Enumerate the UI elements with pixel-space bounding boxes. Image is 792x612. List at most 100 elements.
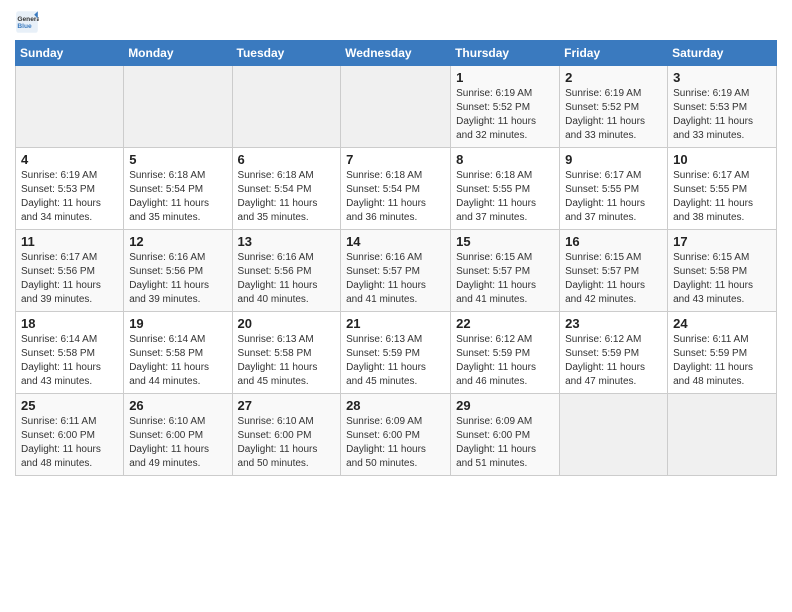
day-info: Sunrise: 6:16 AMSunset: 5:57 PMDaylight:… — [346, 251, 445, 307]
day-number: 26 — [129, 398, 226, 413]
day-info: Sunrise: 6:11 AMSunset: 6:00 PMDaylight:… — [21, 415, 118, 471]
day-number: 27 — [238, 398, 336, 413]
calendar-week-2: 11 Sunrise: 6:17 AMSunset: 5:56 PMDayligh… — [16, 230, 777, 312]
day-info: Sunrise: 6:18 AMSunset: 5:54 PMDaylight:… — [346, 169, 445, 225]
calendar-cell: 26 Sunrise: 6:10 AMSunset: 6:00 PMDayligh… — [124, 394, 232, 476]
day-number: 19 — [129, 316, 226, 331]
calendar-cell: 20 Sunrise: 6:13 AMSunset: 5:58 PMDayligh… — [232, 312, 341, 394]
day-info: Sunrise: 6:12 AMSunset: 5:59 PMDaylight:… — [565, 333, 662, 389]
calendar-cell: 2Sunrise: 6:19 AMSunset: 5:52 PMDaylight… — [560, 66, 668, 148]
calendar-cell: 13 Sunrise: 6:16 AMSunset: 5:56 PMDayligh… — [232, 230, 341, 312]
day-info: Sunrise: 6:17 AMSunset: 5:56 PMDaylight:… — [21, 251, 118, 307]
day-info: Sunrise: 6:14 AMSunset: 5:58 PMDaylight:… — [21, 333, 118, 389]
calendar-table: SundayMondayTuesdayWednesdayThursdayFrid… — [15, 40, 777, 476]
calendar-cell: 14 Sunrise: 6:16 AMSunset: 5:57 PMDayligh… — [341, 230, 451, 312]
day-info: Sunrise: 6:19 AMSunset: 5:53 PMDaylight:… — [21, 169, 118, 225]
day-number: 13 — [238, 234, 336, 249]
dow-header-monday: Monday — [124, 41, 232, 66]
calendar-cell: 29Sunrise: 6:09 AMSunset: 6:00 PMDayligh… — [451, 394, 560, 476]
day-number: 28 — [346, 398, 445, 413]
day-info: Sunrise: 6:09 AMSunset: 6:00 PMDaylight:… — [346, 415, 445, 471]
day-info: Sunrise: 6:18 AMSunset: 5:54 PMDaylight:… — [129, 169, 226, 225]
day-number: 20 — [238, 316, 336, 331]
calendar-cell: 6 Sunrise: 6:18 AMSunset: 5:54 PMDaylight… — [232, 148, 341, 230]
day-info: Sunrise: 6:13 AMSunset: 5:58 PMDaylight:… — [238, 333, 336, 389]
day-number: 3 — [673, 70, 771, 85]
day-number: 9 — [565, 152, 662, 167]
calendar-cell: 24Sunrise: 6:11 AMSunset: 5:59 PMDayligh… — [668, 312, 777, 394]
calendar-cell: 11 Sunrise: 6:17 AMSunset: 5:56 PMDayligh… — [16, 230, 124, 312]
day-info: Sunrise: 6:16 AMSunset: 5:56 PMDaylight:… — [238, 251, 336, 307]
logo: General Blue — [15, 10, 43, 34]
day-number: 5 — [129, 152, 226, 167]
day-info: Sunrise: 6:19 AMSunset: 5:52 PMDaylight:… — [456, 87, 554, 143]
day-number: 12 — [129, 234, 226, 249]
day-info: Sunrise: 6:11 AMSunset: 5:59 PMDaylight:… — [673, 333, 771, 389]
day-number: 17 — [673, 234, 771, 249]
calendar-cell: 1 Sunrise: 6:19 AMSunset: 5:52 PMDaylight… — [451, 66, 560, 148]
calendar-cell: 3Sunrise: 6:19 AMSunset: 5:53 PMDaylight… — [668, 66, 777, 148]
day-info: Sunrise: 6:18 AMSunset: 5:54 PMDaylight:… — [238, 169, 336, 225]
dow-header-wednesday: Wednesday — [341, 41, 451, 66]
day-info: Sunrise: 6:16 AMSunset: 5:56 PMDaylight:… — [129, 251, 226, 307]
calendar-cell: 22 Sunrise: 6:12 AMSunset: 5:59 PMDayligh… — [451, 312, 560, 394]
day-info: Sunrise: 6:10 AMSunset: 6:00 PMDaylight:… — [129, 415, 226, 471]
day-info: Sunrise: 6:14 AMSunset: 5:58 PMDaylight:… — [129, 333, 226, 389]
calendar-cell: 10 Sunrise: 6:17 AMSunset: 5:55 PMDayligh… — [668, 148, 777, 230]
calendar-cell: 15 Sunrise: 6:15 AMSunset: 5:57 PMDayligh… — [451, 230, 560, 312]
day-number: 1 — [456, 70, 554, 85]
day-number: 25 — [21, 398, 118, 413]
calendar-cell: 27Sunrise: 6:10 AMSunset: 6:00 PMDayligh… — [232, 394, 341, 476]
day-number: 7 — [346, 152, 445, 167]
calendar-week-3: 18 Sunrise: 6:14 AMSunset: 5:58 PMDayligh… — [16, 312, 777, 394]
calendar-cell: 25 Sunrise: 6:11 AMSunset: 6:00 PMDayligh… — [16, 394, 124, 476]
calendar-cell: 17 Sunrise: 6:15 AMSunset: 5:58 PMDayligh… — [668, 230, 777, 312]
svg-text:General: General — [17, 16, 39, 23]
day-info: Sunrise: 6:15 AMSunset: 5:57 PMDaylight:… — [456, 251, 554, 307]
day-number: 6 — [238, 152, 336, 167]
calendar-cell: 7 Sunrise: 6:18 AMSunset: 5:54 PMDaylight… — [341, 148, 451, 230]
calendar-cell — [16, 66, 124, 148]
day-info: Sunrise: 6:09 AMSunset: 6:00 PMDaylight:… — [456, 415, 554, 471]
day-info: Sunrise: 6:17 AMSunset: 5:55 PMDaylight:… — [673, 169, 771, 225]
calendar-cell — [232, 66, 341, 148]
day-number: 10 — [673, 152, 771, 167]
calendar-week-0: 1 Sunrise: 6:19 AMSunset: 5:52 PMDaylight… — [16, 66, 777, 148]
svg-text:Blue: Blue — [17, 23, 32, 30]
calendar-cell: 12 Sunrise: 6:16 AMSunset: 5:56 PMDayligh… — [124, 230, 232, 312]
day-number: 18 — [21, 316, 118, 331]
day-info: Sunrise: 6:13 AMSunset: 5:59 PMDaylight:… — [346, 333, 445, 389]
day-info: Sunrise: 6:15 AMSunset: 5:58 PMDaylight:… — [673, 251, 771, 307]
day-number: 11 — [21, 234, 118, 249]
day-number: 16 — [565, 234, 662, 249]
calendar-cell — [124, 66, 232, 148]
calendar-cell: 28 Sunrise: 6:09 AMSunset: 6:00 PMDayligh… — [341, 394, 451, 476]
day-number: 4 — [21, 152, 118, 167]
calendar-cell: 18 Sunrise: 6:14 AMSunset: 5:58 PMDayligh… — [16, 312, 124, 394]
calendar-cell — [341, 66, 451, 148]
calendar-week-4: 25 Sunrise: 6:11 AMSunset: 6:00 PMDayligh… — [16, 394, 777, 476]
day-number: 2 — [565, 70, 662, 85]
day-number: 23 — [565, 316, 662, 331]
calendar-cell — [668, 394, 777, 476]
calendar-cell: 4 Sunrise: 6:19 AMSunset: 5:53 PMDaylight… — [16, 148, 124, 230]
day-info: Sunrise: 6:18 AMSunset: 5:55 PMDaylight:… — [456, 169, 554, 225]
calendar-week-1: 4 Sunrise: 6:19 AMSunset: 5:53 PMDaylight… — [16, 148, 777, 230]
day-number: 22 — [456, 316, 554, 331]
day-info: Sunrise: 6:17 AMSunset: 5:55 PMDaylight:… — [565, 169, 662, 225]
day-number: 8 — [456, 152, 554, 167]
calendar-cell: 8 Sunrise: 6:18 AMSunset: 5:55 PMDaylight… — [451, 148, 560, 230]
dow-header-sunday: Sunday — [16, 41, 124, 66]
calendar-cell: 16 Sunrise: 6:15 AMSunset: 5:57 PMDayligh… — [560, 230, 668, 312]
dow-header-saturday: Saturday — [668, 41, 777, 66]
day-number: 21 — [346, 316, 445, 331]
dow-header-tuesday: Tuesday — [232, 41, 341, 66]
day-info: Sunrise: 6:15 AMSunset: 5:57 PMDaylight:… — [565, 251, 662, 307]
dow-header-friday: Friday — [560, 41, 668, 66]
day-number: 14 — [346, 234, 445, 249]
day-info: Sunrise: 6:12 AMSunset: 5:59 PMDaylight:… — [456, 333, 554, 389]
calendar-cell: 9 Sunrise: 6:17 AMSunset: 5:55 PMDaylight… — [560, 148, 668, 230]
calendar-cell: 19 Sunrise: 6:14 AMSunset: 5:58 PMDayligh… — [124, 312, 232, 394]
calendar-cell — [560, 394, 668, 476]
day-number: 15 — [456, 234, 554, 249]
